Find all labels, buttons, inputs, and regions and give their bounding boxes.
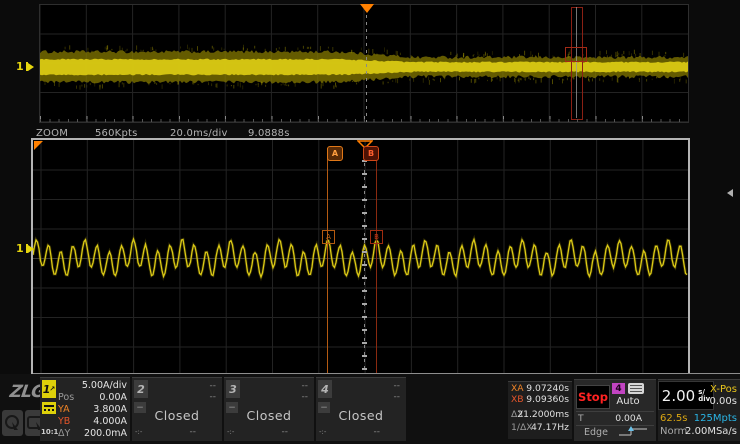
cursor-a-line[interactable] <box>327 148 328 373</box>
channel-3-pos-dash: -- <box>302 392 309 402</box>
channel-1-block[interactable]: 1↗ 10:1 5.00A/div Pos 0.00A YA 3.800A YB 4.… <box>40 377 130 441</box>
dx-value: 21.2000ms <box>517 409 569 420</box>
trigger-level-label: T <box>578 413 584 424</box>
xb-label: XB <box>511 394 524 405</box>
zoom-waveform-trace <box>33 140 688 373</box>
channel-4-pos-dash: -- <box>394 392 401 402</box>
main-waveform-window <box>40 5 688 122</box>
invdx-label: 1/ΔX <box>511 422 533 433</box>
trigger-sweep-mode[interactable]: Auto <box>610 396 646 407</box>
record-duration: 62.5s <box>660 413 687 424</box>
channel-3-probe-dash: -:- <box>227 428 234 436</box>
timebase-tick-ruler <box>40 116 688 122</box>
zoom-region-handle[interactable] <box>565 47 587 62</box>
channel-3-bottom-dash: -- <box>282 427 289 437</box>
marker-arrow-icon <box>28 245 34 253</box>
channel-4-badge: 4 <box>318 380 332 398</box>
zoom-region-indicator[interactable] <box>571 7 583 120</box>
channel-2-bottom-dash: -- <box>190 427 197 437</box>
xb-value: 9.09360s <box>526 394 569 405</box>
channel1-marker-label: 1 <box>16 242 24 255</box>
channel-1-position: 0.00A <box>99 392 127 403</box>
channel-4-bottom-dash: -- <box>374 427 381 437</box>
channel-3-status: Closed <box>224 408 314 423</box>
cursor-yb-value: 4.000A <box>93 416 127 427</box>
touch-pointer-button[interactable] <box>2 410 23 436</box>
channel-1-scale: 5.00A/div <box>82 380 127 391</box>
zoom-region-center-line <box>576 7 577 118</box>
channel-2-status: Closed <box>132 408 222 423</box>
channel-4-block[interactable]: 4 -- -- − Closed -:- -- <box>316 377 406 441</box>
channel1-position-marker-main[interactable]: 1 <box>16 60 34 73</box>
keyboard-icon[interactable] <box>628 383 644 394</box>
pointer-icon <box>2 410 23 436</box>
pos-label: Pos <box>58 392 74 403</box>
record-memory: 125Mpts <box>694 413 737 424</box>
trigger-position-marker-icon[interactable] <box>360 4 374 13</box>
xa-value: 9.07240s <box>526 383 569 394</box>
timebase-scale-value: 2.00 <box>662 387 695 405</box>
cursor-b-line[interactable] <box>376 148 377 373</box>
active-window-corner-icon <box>34 141 43 150</box>
zoom-timebase: 20.0ms/div <box>170 128 228 139</box>
trigger-level-value: 0.00A <box>615 413 642 424</box>
cursor-b-mid-handle[interactable]: B <box>370 230 383 244</box>
timebase-scale-panel[interactable]: 2.00 s/div <box>658 381 714 410</box>
cursor-a-label[interactable]: A <box>327 146 343 161</box>
trigger-position-line-main <box>366 15 367 122</box>
cursor-a-mid-handle[interactable]: A <box>322 230 335 244</box>
sample-rate: 2.00MSa/s <box>685 426 737 437</box>
oscilloscope-screen: 1 ZOOM 560Kpts 20.0ms/div 9.0888s A B A … <box>0 0 740 444</box>
trigger-source-badge[interactable]: 4 <box>612 383 625 394</box>
main-waveform-trace <box>40 5 688 122</box>
channel-3-badge: 3 <box>226 380 240 398</box>
acquire-mode: Norm <box>660 426 687 437</box>
zoom-memory-depth: 560Kpts <box>95 128 138 139</box>
channel-1-probe-ratio: 10:1 <box>41 428 58 436</box>
status-bar: ZLG® 1↗ 10:1 5.00A/div Pos0.00A <box>0 374 740 444</box>
trigger-slope-icon: ↗ <box>49 385 55 393</box>
xa-label: XA <box>511 383 524 394</box>
trigger-block[interactable]: Stop 4 Auto T 0.00A Edge <box>574 379 656 441</box>
channel-1-badge: 1↗ <box>42 380 56 398</box>
cursor-ya-value: 3.800A <box>93 404 127 415</box>
channel-2-badge: 2 <box>134 380 148 398</box>
channel-4-scale-dash: -- <box>394 381 401 391</box>
channel-2-probe-dash: -:- <box>135 428 142 436</box>
rising-edge-icon <box>618 426 648 437</box>
run-stop-state: Stop <box>578 390 608 404</box>
ya-label: YA <box>58 404 70 415</box>
zoom-waveform-window: A B A B <box>33 140 688 373</box>
invdx-value: 47.17Hz <box>531 422 569 433</box>
channel-2-pos-dash: -- <box>210 392 217 402</box>
channel-3-block[interactable]: 3 -- -- − Closed -:- -- <box>224 377 314 441</box>
trigger-level-marker-icon[interactable] <box>727 189 733 197</box>
acquisition-state-panel[interactable]: Stop <box>576 385 610 409</box>
channel-1-coupling-dc-icon <box>42 402 56 414</box>
channel1-marker-label: 1 <box>16 60 24 73</box>
marker-arrow-icon <box>28 63 34 71</box>
trigger-type[interactable]: Edge <box>584 427 608 438</box>
channel-4-status: Closed <box>316 408 406 423</box>
cursor-dy-value: 200.0mA <box>84 428 127 439</box>
trigger-line-ticks <box>362 149 367 373</box>
dy-label: ΔY <box>58 428 70 439</box>
channel-2-block[interactable]: 2 -- -- − Closed -:- -- <box>132 377 222 441</box>
cursor-readout-block: XA9.07240s XB9.09360s ΔX21.2000ms 1/ΔX47… <box>508 381 572 439</box>
timebase-unit-bottom: div <box>698 396 710 403</box>
xpos-label[interactable]: X-Pos <box>710 384 737 395</box>
zoom-offset: 9.0888s <box>248 128 290 139</box>
channel-4-probe-dash: -:- <box>319 428 326 436</box>
zoom-mode-label: ZOOM <box>36 128 68 139</box>
channel-3-scale-dash: -- <box>302 381 309 391</box>
cursor-b-label[interactable]: B <box>363 146 379 161</box>
timebase-block: 2.00 s/div X-Pos 0.00s 62.5s 125Mpts Nor… <box>658 379 740 441</box>
channel-2-scale-dash: -- <box>210 381 217 391</box>
xpos-value: 0.00s <box>710 396 737 407</box>
channel1-position-marker-zoom[interactable]: 1 <box>16 242 34 255</box>
yb-label: YB <box>58 416 70 427</box>
